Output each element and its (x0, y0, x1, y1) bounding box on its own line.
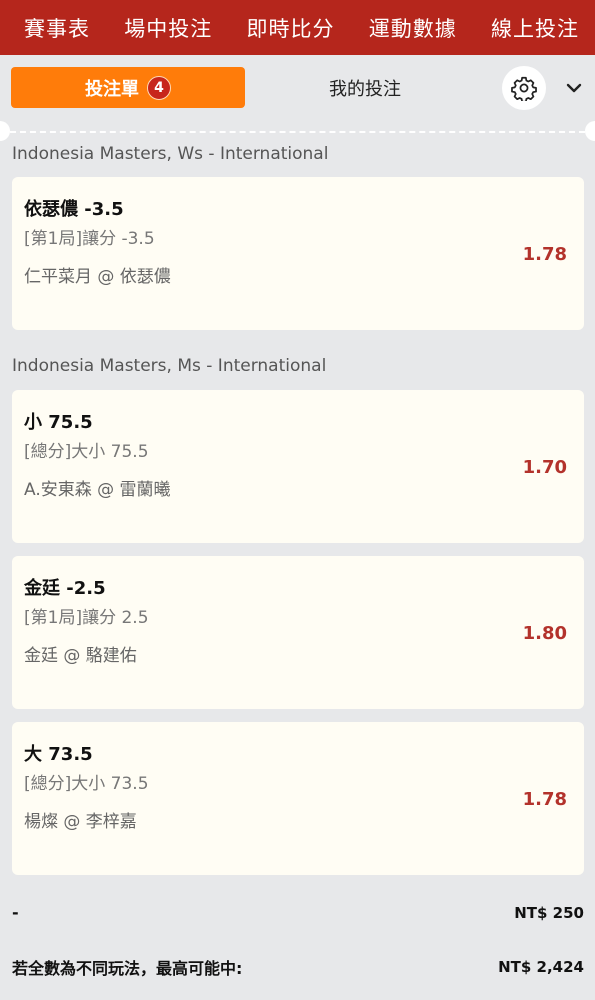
ticket-divider (0, 131, 595, 133)
tab-betslip-label: 投注單 (85, 78, 139, 100)
league-header: Indonesia Masters, Ws - International (12, 144, 329, 164)
bet-event: 楊燦 @ 李梓嘉 (24, 812, 137, 832)
bet-event: 金廷 @ 駱建佑 (24, 646, 137, 666)
bet-market: [總分]大小 73.5 (24, 774, 149, 794)
max-win-label: 若全數為不同玩法，最高可能中: (12, 959, 243, 978)
stake-label: - (12, 903, 19, 922)
bet-selection: 依瑟儂 -3.5 (24, 199, 124, 220)
betslip-count-badge: 4 (147, 75, 171, 100)
bet-card[interactable]: 金廷 -2.5 [第1局]讓分 2.5 金廷 @ 駱建佑 1.80 (12, 556, 584, 709)
gear-icon (511, 75, 537, 101)
max-win-value: NT$ 2,424 (498, 958, 584, 976)
stake-summary: - NT$ 250 (12, 903, 584, 922)
nav-item-sports-stats[interactable]: 運動數據 (369, 13, 457, 43)
bet-event: 仁平菜月 @ 依瑟儂 (24, 267, 171, 287)
bet-card[interactable]: 小 75.5 [總分]大小 75.5 A.安東森 @ 雷蘭曦 1.70 (12, 390, 584, 543)
bet-card[interactable]: 大 73.5 [總分]大小 73.5 楊燦 @ 李梓嘉 1.78 (12, 722, 584, 875)
league-header: Indonesia Masters, Ms - International (12, 356, 327, 376)
bet-selection: 小 75.5 (24, 412, 93, 433)
bet-odds: 1.78 (522, 244, 567, 265)
nav-item-live-scores[interactable]: 即時比分 (247, 13, 335, 43)
bet-market: [第1局]讓分 -3.5 (24, 229, 155, 249)
bet-selection: 金廷 -2.5 (24, 578, 106, 599)
betslip-header: 投注單 4 我的投注 (0, 55, 595, 131)
stake-value: NT$ 250 (514, 903, 584, 922)
bet-event: A.安東森 @ 雷蘭曦 (24, 480, 171, 500)
nav-item-live-betting[interactable]: 場中投注 (124, 13, 212, 43)
top-nav: 賽事表 場中投注 即時比分 運動數據 線上投注 (0, 0, 595, 55)
tab-my-bets[interactable]: 我的投注 (290, 67, 440, 108)
collapse-button[interactable] (558, 72, 590, 104)
bet-odds: 1.78 (522, 789, 567, 810)
bet-selection: 大 73.5 (24, 744, 93, 765)
max-win-summary: 若全數為不同玩法，最高可能中: NT$ 2,424 (12, 955, 584, 979)
bet-odds: 1.80 (522, 623, 567, 644)
bet-market: [總分]大小 75.5 (24, 442, 149, 462)
bet-odds: 1.70 (522, 457, 567, 478)
nav-item-online-betting[interactable]: 線上投注 (491, 13, 579, 43)
nav-item-schedule[interactable]: 賽事表 (24, 13, 90, 43)
bet-market: [第1局]讓分 2.5 (24, 608, 149, 628)
tab-betslip[interactable]: 投注單 4 (11, 67, 245, 108)
bet-card[interactable]: 依瑟儂 -3.5 [第1局]讓分 -3.5 仁平菜月 @ 依瑟儂 1.78 (12, 177, 584, 330)
chevron-down-icon (564, 78, 584, 98)
settings-button[interactable] (502, 66, 546, 110)
